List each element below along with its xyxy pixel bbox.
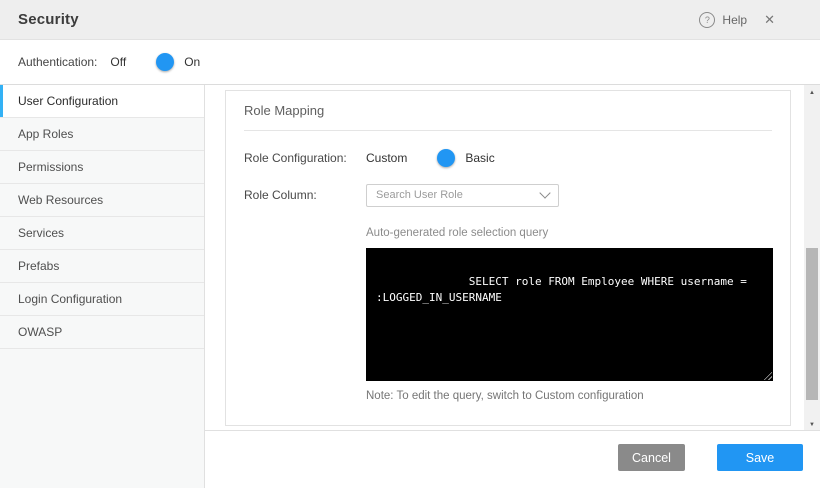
sidebar-item-app-roles[interactable]: App Roles bbox=[0, 118, 204, 151]
panel-header: Role Mapping bbox=[244, 91, 772, 131]
sidebar-item-label: Services bbox=[18, 226, 64, 240]
header-actions: ? Help ✕ bbox=[699, 12, 775, 28]
role-query-text: SELECT role FROM Employee WHERE username… bbox=[376, 275, 754, 305]
authentication-on-label: On bbox=[184, 55, 200, 69]
authentication-bar: Authentication: Off On bbox=[0, 40, 820, 85]
query-section: Auto-generated role selection query SELE… bbox=[366, 227, 772, 402]
help-link[interactable]: Help bbox=[722, 13, 747, 27]
sidebar-item-label: Permissions bbox=[18, 160, 83, 174]
basic-option-label: Basic bbox=[465, 151, 494, 165]
sidebar-item-login-configuration[interactable]: Login Configuration bbox=[0, 283, 204, 316]
role-configuration-toggle[interactable] bbox=[419, 150, 453, 166]
save-button[interactable]: Save bbox=[717, 444, 803, 471]
role-mapping-form: Role Configuration: Custom Basic Role Co… bbox=[226, 131, 790, 402]
sidebar-item-services[interactable]: Services bbox=[0, 217, 204, 250]
scrollbar-thumb[interactable] bbox=[806, 248, 818, 400]
role-query-textarea[interactable]: SELECT role FROM Employee WHERE username… bbox=[366, 248, 773, 381]
role-configuration-label: Role Configuration: bbox=[244, 151, 366, 165]
scroll-up-icon[interactable]: ▲ bbox=[804, 86, 820, 99]
dialog-footer: Cancel Save bbox=[205, 430, 820, 488]
authentication-label: Authentication: bbox=[18, 55, 97, 69]
panel-title: Role Mapping bbox=[244, 103, 324, 118]
dialog-body: User Configuration App Roles Permissions… bbox=[0, 85, 820, 488]
sidebar-item-label: User Configuration bbox=[18, 94, 118, 108]
security-sidebar: User Configuration App Roles Permissions… bbox=[0, 85, 205, 488]
role-column-placeholder: Search User Role bbox=[376, 189, 463, 201]
security-dialog: Security ? Help ✕ Authentication: Off On… bbox=[0, 0, 820, 488]
role-column-label: Role Column: bbox=[244, 188, 366, 202]
role-column-select[interactable]: Search User Role bbox=[366, 184, 559, 207]
main-content: Role Mapping Role Configuration: Custom … bbox=[205, 85, 820, 488]
sidebar-item-label: App Roles bbox=[18, 127, 73, 141]
help-icon[interactable]: ? bbox=[699, 12, 715, 28]
sidebar-item-label: Prefabs bbox=[18, 259, 59, 273]
sidebar-item-owasp[interactable]: OWASP bbox=[0, 316, 204, 349]
vertical-scrollbar[interactable]: ▲ ▼ bbox=[804, 85, 820, 432]
sidebar-item-label: Web Resources bbox=[18, 193, 103, 207]
cancel-button[interactable]: Cancel bbox=[618, 444, 685, 471]
query-section-label: Auto-generated role selection query bbox=[366, 227, 772, 239]
sidebar-item-prefabs[interactable]: Prefabs bbox=[0, 250, 204, 283]
role-mapping-panel: Role Mapping Role Configuration: Custom … bbox=[225, 90, 791, 426]
close-icon[interactable]: ✕ bbox=[764, 12, 775, 28]
dialog-header: Security ? Help ✕ bbox=[0, 0, 820, 40]
custom-option-label: Custom bbox=[366, 151, 407, 165]
sidebar-item-web-resources[interactable]: Web Resources bbox=[0, 184, 204, 217]
chevron-down-icon bbox=[539, 187, 550, 198]
role-configuration-toggle-group: Custom Basic bbox=[366, 150, 495, 166]
role-column-row: Role Column: Search User Role bbox=[244, 183, 772, 207]
toggle-knob bbox=[437, 149, 455, 167]
sidebar-item-label: Login Configuration bbox=[18, 292, 122, 306]
sidebar-item-user-configuration[interactable]: User Configuration bbox=[0, 85, 204, 118]
role-configuration-row: Role Configuration: Custom Basic bbox=[244, 146, 772, 170]
sidebar-item-label: OWASP bbox=[18, 325, 62, 339]
query-note: Note: To edit the query, switch to Custo… bbox=[366, 390, 772, 402]
sidebar-item-permissions[interactable]: Permissions bbox=[0, 151, 204, 184]
authentication-toggle[interactable] bbox=[138, 54, 172, 70]
authentication-off-label: Off bbox=[110, 55, 126, 69]
page-title: Security bbox=[18, 11, 79, 28]
toggle-knob bbox=[156, 53, 174, 71]
resize-grip-icon[interactable] bbox=[762, 370, 772, 380]
